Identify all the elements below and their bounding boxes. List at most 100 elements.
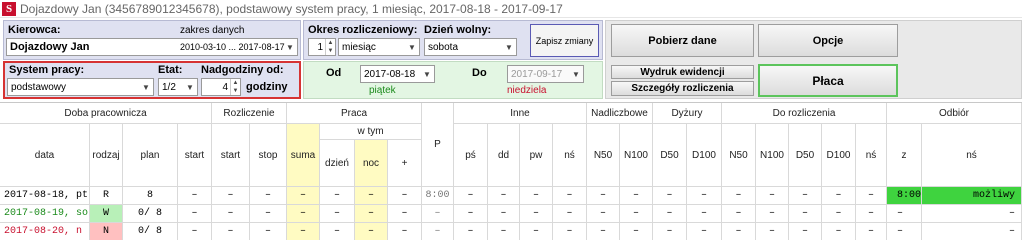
table-cell: –: [822, 223, 856, 240]
overtime-label: Nadgodziny od:: [201, 64, 284, 76]
from-date-value: 2017-08-18: [364, 68, 416, 80]
period-unit-select[interactable]: miesiąc ▼: [338, 38, 420, 56]
table-cell: –: [212, 223, 250, 240]
period-count-value: 1: [317, 41, 323, 53]
print-records-button[interactable]: Wydruk ewidencji: [611, 65, 754, 79]
column-header: pw: [520, 124, 553, 187]
table-cell: –: [587, 223, 620, 240]
table-cell: –: [178, 187, 212, 205]
table-cell: –: [553, 223, 587, 240]
table-cell: –: [587, 205, 620, 223]
etat-select[interactable]: 1/2 ▼: [158, 78, 198, 96]
table-cell: –: [722, 223, 756, 240]
table-cell: –: [922, 223, 1022, 240]
table-cell: –: [922, 205, 1022, 223]
table-cell: 8: [123, 187, 178, 205]
column-header: N100: [620, 124, 653, 187]
table-cell: –: [388, 187, 422, 205]
payroll-button[interactable]: Płaca: [758, 64, 898, 97]
table-cell: –: [620, 205, 653, 223]
table-cell: –: [856, 223, 887, 240]
overtime-spinner[interactable]: 4 ▲ ▼: [201, 78, 241, 96]
column-header: start: [212, 124, 250, 187]
table-cell: –: [553, 205, 587, 223]
column-header: D100: [822, 124, 856, 187]
day-off-select[interactable]: sobota ▼: [424, 38, 517, 56]
column-header: start: [178, 124, 212, 187]
table-cell: –: [789, 187, 822, 205]
chevron-down-icon: ▼: [423, 69, 431, 79]
column-header: pś: [454, 124, 488, 187]
table-cell: –: [653, 205, 687, 223]
column-header: noc: [355, 140, 388, 187]
options-button[interactable]: Opcje: [758, 24, 898, 57]
table-cell: –: [422, 223, 454, 240]
table-cell: –: [756, 187, 789, 205]
work-system-label: System pracy:: [9, 64, 85, 76]
to-date-value: 2017-09-17: [511, 68, 563, 80]
spinner-arrows-icon[interactable]: ▲ ▼: [230, 79, 240, 95]
table-cell: –: [520, 205, 553, 223]
table-cell: –: [822, 205, 856, 223]
table-cell: –: [587, 187, 620, 205]
table-cell: –: [454, 187, 488, 205]
column-header: stop: [250, 124, 287, 187]
table-cell: –: [422, 205, 454, 223]
table-cell: –: [320, 187, 355, 205]
period-panel: Okres rozliczeniowy: Dzień wolny: 1 ▲ ▼ m…: [303, 20, 603, 60]
work-system-value: podstawowy: [11, 81, 67, 93]
column-header: plan: [123, 124, 178, 187]
save-changes-button[interactable]: Zapisz zmiany: [530, 24, 599, 57]
column-header: z: [887, 124, 922, 187]
row-date-cell: 2017-08-20, n: [0, 223, 90, 240]
table-cell: –: [620, 223, 653, 240]
spinner-arrows-icon[interactable]: ▲ ▼: [325, 39, 335, 55]
etat-label: Etat:: [158, 64, 183, 76]
table-cell: –: [454, 205, 488, 223]
table-cell: N: [90, 223, 123, 240]
work-system-select[interactable]: podstawowy ▼: [7, 78, 154, 96]
group-header-praca: Praca: [287, 103, 422, 124]
table-cell: –: [287, 205, 320, 223]
table-cell: –: [756, 205, 789, 223]
table-cell: 0/ 8: [123, 205, 178, 223]
chevron-down-icon: ▼: [408, 42, 416, 52]
fetch-data-button[interactable]: Pobierz dane: [611, 24, 754, 57]
table-cell: –: [687, 187, 722, 205]
records-table: Doba pracownicza Rozliczenie Praca Inne Nadl…: [0, 102, 1022, 240]
chevron-down-icon: ▼: [286, 42, 294, 52]
data-range-label: zakres danych: [180, 25, 245, 36]
period-count-spinner[interactable]: 1 ▲ ▼: [308, 38, 336, 56]
driver-select[interactable]: Dojazdowy Jan 2010-03-10 ... 2017-08-17 …: [6, 38, 298, 56]
to-date-select[interactable]: 2017-09-17 ▼: [507, 65, 584, 83]
table-cell: –: [687, 223, 722, 240]
period-unit-value: miesiąc: [342, 41, 376, 53]
title-bar: S Dojazdowy Jan (3456789012345678), pods…: [0, 0, 1022, 18]
chevron-down-icon: ▼: [142, 82, 150, 92]
table-cell: –: [856, 187, 887, 205]
table-cell: –: [287, 187, 320, 205]
table-cell: –: [250, 223, 287, 240]
table-cell: –: [355, 187, 388, 205]
row-date-cell: 2017-08-19, so: [0, 205, 90, 223]
driver-label: Kierowca:: [8, 24, 61, 36]
chevron-down-icon: ▼: [572, 69, 580, 79]
group-header-odbior: Odbiór: [887, 103, 1022, 124]
table-cell: R: [90, 187, 123, 205]
from-date-select[interactable]: 2017-08-18 ▼: [360, 65, 435, 83]
table-cell: –: [520, 187, 553, 205]
table-cell: –: [355, 205, 388, 223]
group-header-doba: Doba pracownicza: [0, 103, 212, 124]
settlement-details-button[interactable]: Szczegóły rozliczenia: [611, 81, 754, 96]
period-label: Okres rozliczeniowy:: [308, 24, 418, 36]
actions-panel: Pobierz dane Opcje Wydruk ewidencji Szcz…: [605, 20, 1022, 99]
group-header-dyzury: Dyżury: [653, 103, 722, 124]
row-date-cell: 2017-08-18, pt: [0, 187, 90, 205]
group-header-wtym: w tym: [320, 124, 422, 140]
etat-value: 1/2: [162, 81, 176, 93]
from-label: Od: [326, 67, 342, 79]
group-header-rozliczenie: Rozliczenie: [212, 103, 287, 124]
table-cell: –: [212, 205, 250, 223]
table-cell: –: [822, 187, 856, 205]
column-header: nś: [856, 124, 887, 187]
